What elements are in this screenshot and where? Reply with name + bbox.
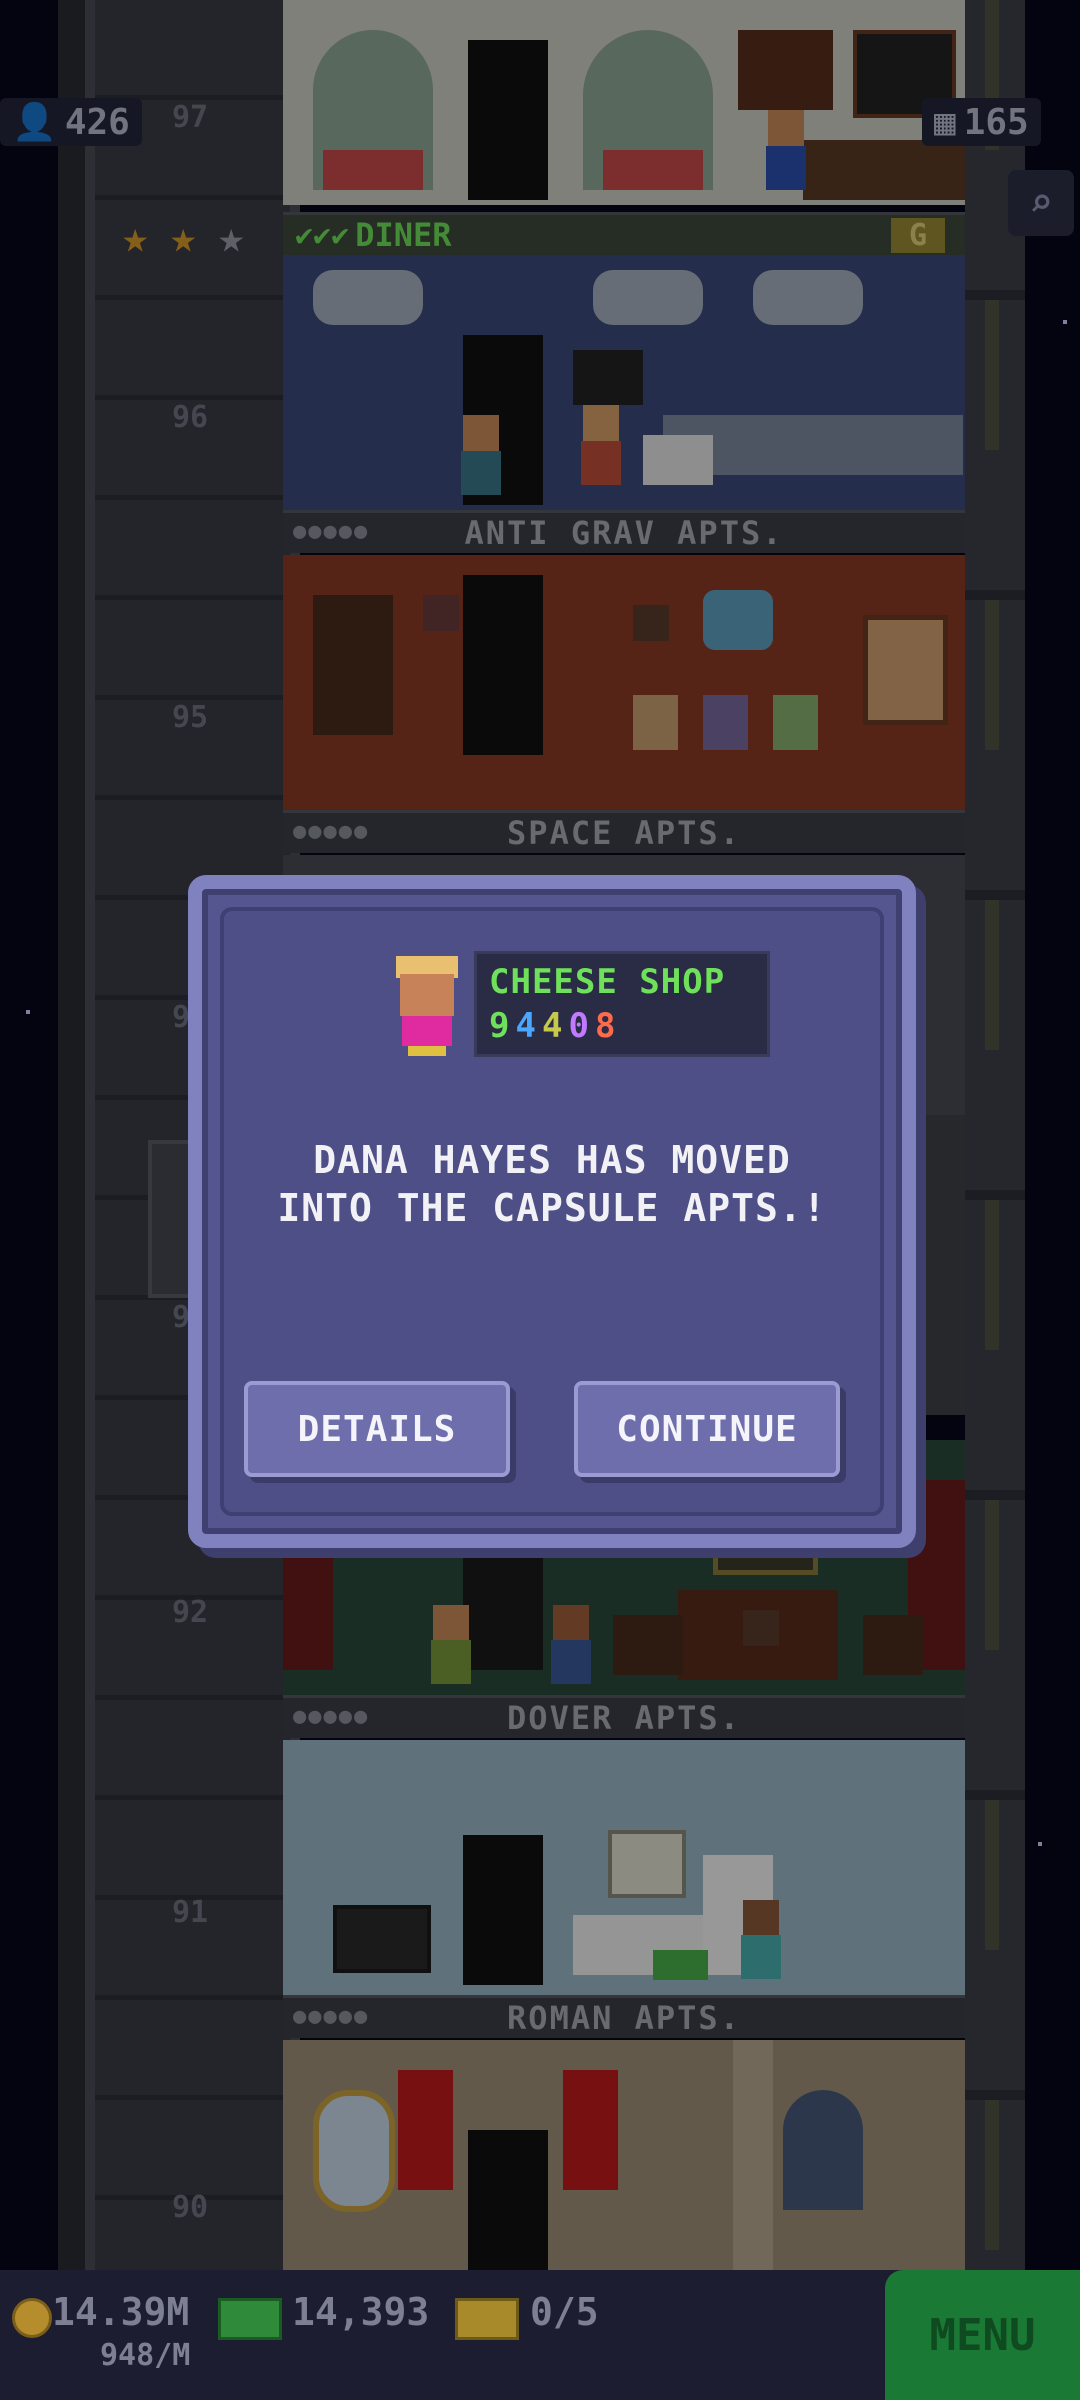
id-digit: 8 [594, 1006, 622, 1046]
job-card: CHEESE SHOP 94408 [474, 951, 770, 1057]
bitizen-avatar[interactable] [394, 956, 458, 1056]
dialog-message: DANA HAYES HAS MOVED INTO THE CAPSULE AP… [224, 1136, 880, 1232]
avatar-face [400, 974, 454, 1016]
coin-icon [12, 2298, 52, 2338]
bux-value[interactable]: 14,393 [292, 2290, 429, 2334]
bux-icon [218, 2298, 282, 2340]
bitizen-dream-id: 94408 [489, 1006, 621, 1046]
avatar-shirt [402, 1016, 452, 1046]
coins-value[interactable]: 14.39M [52, 2290, 189, 2334]
id-digit: 0 [568, 1006, 595, 1046]
dialog-panel: CHEESE SHOP 94408 DANA HAYES HAS MOVED I… [220, 907, 884, 1516]
avatar-legs [408, 1046, 446, 1056]
id-digit: 9 [489, 1006, 516, 1046]
menu-button[interactable]: MENU [885, 2270, 1080, 2400]
job-shop-name: CHEESE SHOP [489, 962, 726, 1002]
id-digit: 4 [541, 1006, 569, 1046]
ticket-icon [455, 2298, 519, 2340]
continue-button[interactable]: CONTINUE [574, 1381, 840, 1477]
details-button[interactable]: DETAILS [244, 1381, 510, 1477]
message-line: DANA HAYES HAS MOVED [313, 1138, 791, 1182]
tickets-value[interactable]: 0/5 [530, 2290, 599, 2334]
coins-rate: 948/M [100, 2338, 191, 2373]
move-in-dialog: CHEESE SHOP 94408 DANA HAYES HAS MOVED I… [188, 875, 916, 1548]
id-digit: 4 [515, 1006, 542, 1046]
message-line: INTO THE CAPSULE APTS.! [277, 1186, 827, 1230]
